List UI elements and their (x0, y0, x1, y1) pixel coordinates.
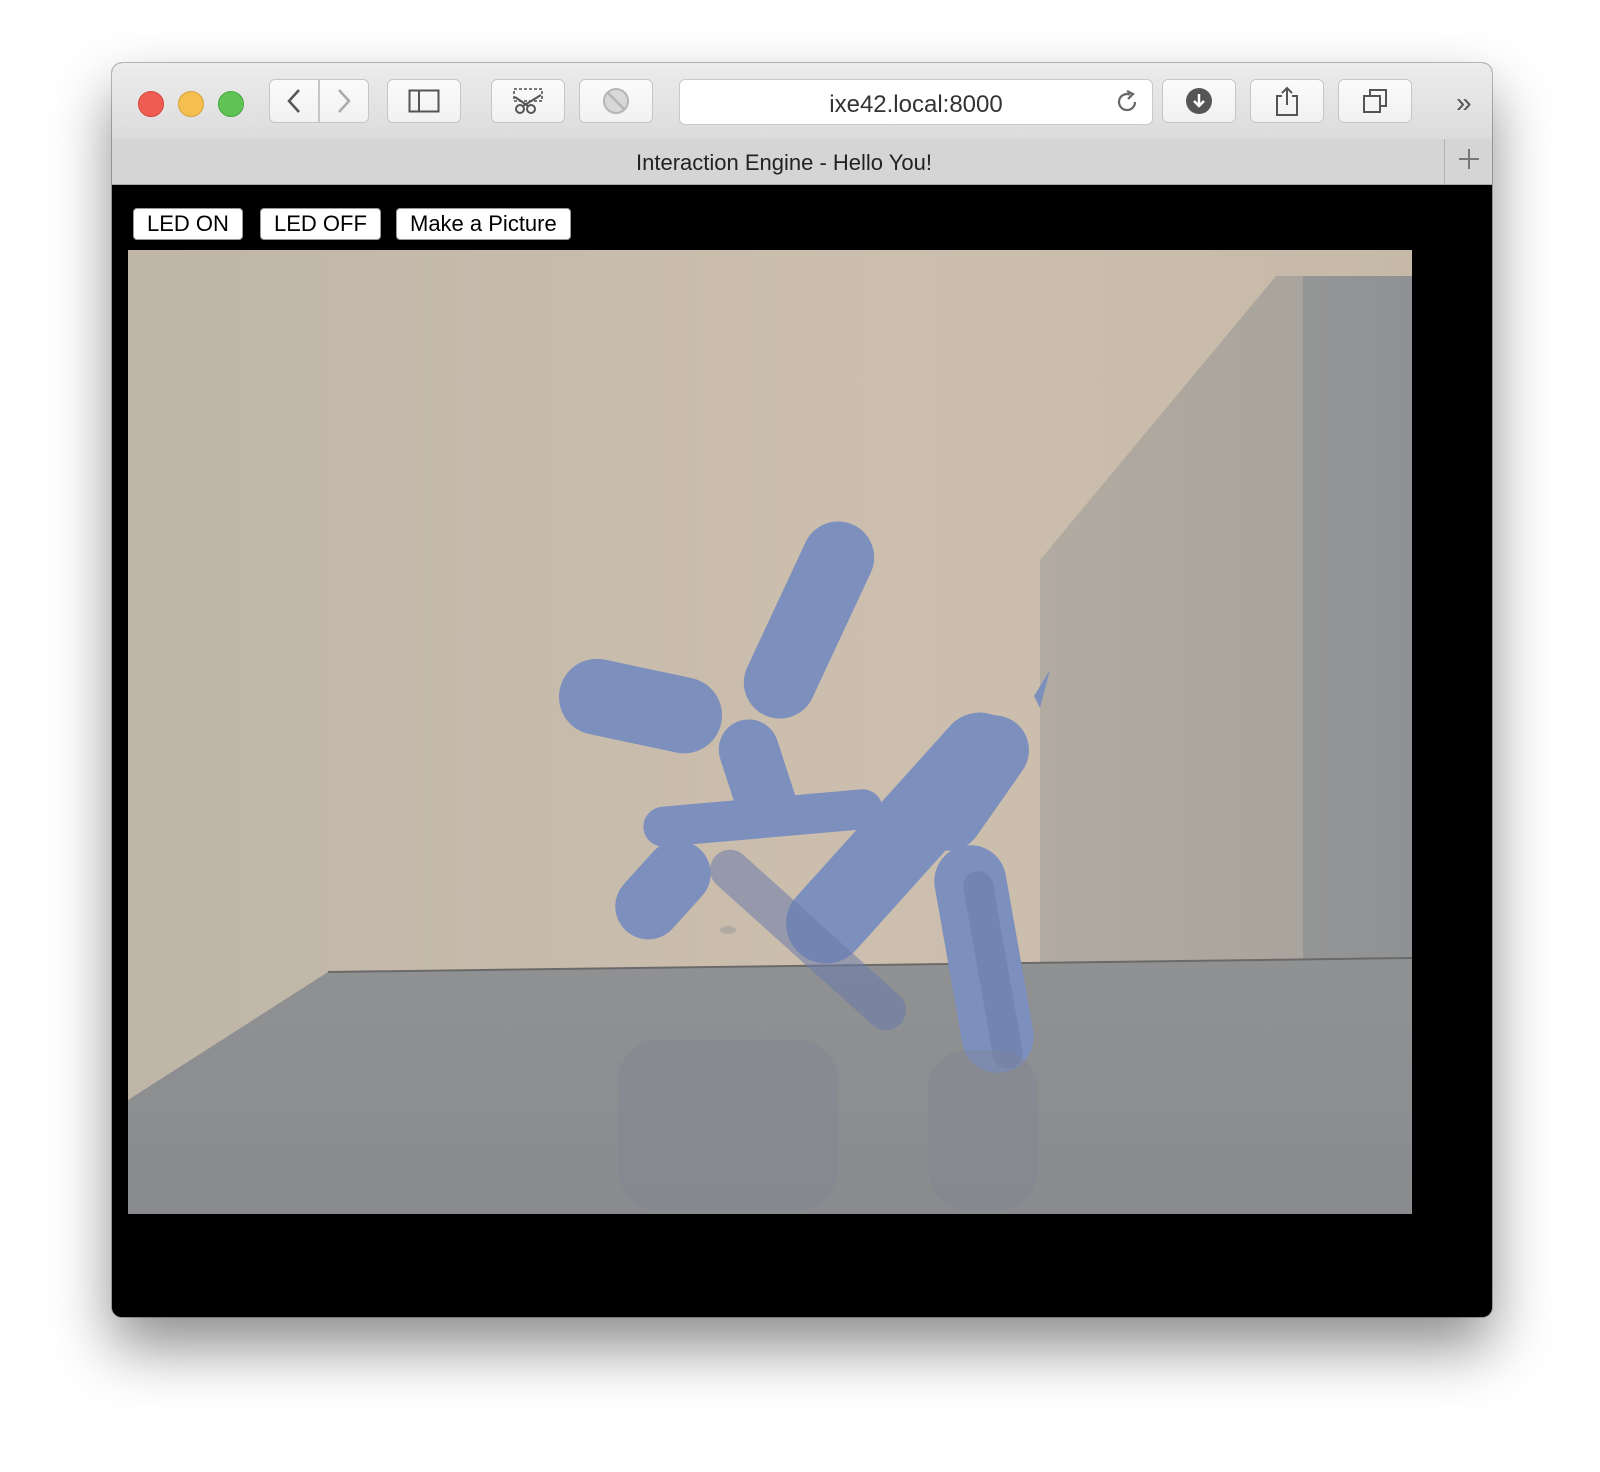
tabs-overview-button[interactable] (1338, 79, 1412, 123)
minimize-window-button[interactable] (178, 91, 204, 117)
page-content: LED ON LED OFF Make a Picture (112, 185, 1492, 1317)
tab-bar: Interaction Engine - Hello You! (112, 139, 1492, 185)
plus-icon (1458, 148, 1480, 175)
forward-button[interactable] (319, 79, 369, 123)
zoom-window-button[interactable] (218, 91, 244, 117)
share-icon (1274, 85, 1300, 117)
tab-active[interactable]: Interaction Engine - Hello You! (112, 150, 1456, 176)
new-tab-button[interactable] (1444, 139, 1492, 184)
led-on-button[interactable]: LED ON (133, 208, 243, 240)
scissors-icon (511, 87, 545, 115)
back-button[interactable] (269, 79, 319, 123)
block-button[interactable] (579, 79, 653, 123)
download-icon (1184, 86, 1214, 116)
chevron-right-icon (335, 88, 353, 114)
browser-window: ixe42.local:8000 » Interaction Engine - … (112, 63, 1492, 1317)
sidebar-icon (408, 89, 440, 113)
browser-toolbar: ixe42.local:8000 » (112, 63, 1492, 140)
camera-image (128, 250, 1412, 1214)
sidebar-button[interactable] (387, 79, 461, 123)
address-bar[interactable]: ixe42.local:8000 (679, 79, 1153, 125)
close-window-button[interactable] (138, 91, 164, 117)
block-icon (601, 86, 631, 116)
make-picture-button[interactable]: Make a Picture (396, 208, 571, 240)
tabs-icon (1361, 87, 1389, 115)
toolbar-overflow-button[interactable]: » (1456, 87, 1472, 119)
clip-button[interactable] (491, 79, 565, 123)
download-button[interactable] (1162, 79, 1236, 123)
url-text: ixe42.local:8000 (829, 91, 1003, 118)
chevron-left-icon (285, 88, 303, 114)
led-off-button[interactable]: LED OFF (260, 208, 381, 240)
share-button[interactable] (1250, 79, 1324, 123)
reload-icon[interactable] (1114, 89, 1140, 120)
